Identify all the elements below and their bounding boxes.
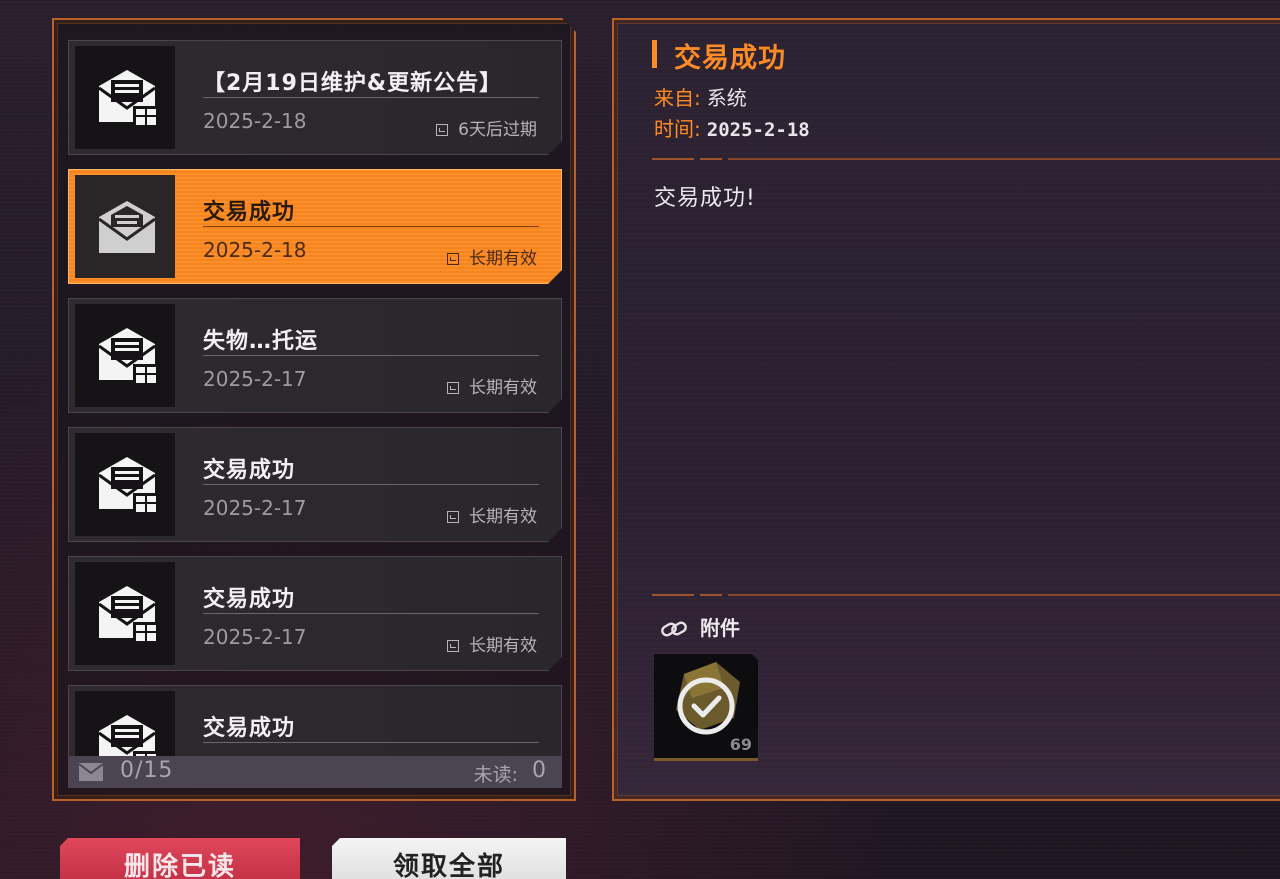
attachment-divider [652, 594, 1280, 596]
mail-item-divider [203, 742, 539, 743]
mail-icon-box [75, 304, 175, 407]
envelope-gift-icon [97, 713, 157, 756]
sender-value: 系统 [706, 86, 747, 110]
mail-time: 时间: 2025-2-18 [654, 113, 810, 142]
mail-item[interactable]: 交易成功 2025-2-17 长期有效 [68, 427, 562, 542]
mail-count: 0/15 [120, 758, 174, 783]
timer-icon [447, 382, 459, 394]
mail-item-expiry-text: 长期有效 [469, 636, 537, 656]
link-icon [661, 621, 687, 637]
mail-item-expiry: 长期有效 [447, 631, 537, 656]
mail-body: 交易成功! [654, 186, 756, 211]
mail-item[interactable]: 交易成功 2025-2-17 长期有效 [68, 556, 562, 671]
mail-item-date: 2025-2-17 [203, 496, 307, 520]
envelope-gift-icon [97, 584, 157, 644]
timer-icon [447, 253, 459, 265]
mail-detail-title: 交易成功 [674, 43, 786, 74]
mail-item-expiry-text: 长期有效 [469, 249, 537, 269]
attachment-item[interactable]: 69 [654, 654, 758, 761]
title-accent-bar [652, 40, 657, 68]
mail-icon-box [75, 433, 175, 536]
mail-icon-box [75, 562, 175, 665]
attachment-count: 69 [729, 735, 752, 754]
claim-all-button[interactable]: 领取全部 [332, 838, 566, 879]
mail-item-divider [203, 613, 539, 614]
mail-item-expiry: 长期有效 [447, 244, 537, 269]
mail-item[interactable]: 失物…托运 2025-2-17 长期有效 [68, 298, 562, 413]
envelope-icon [78, 763, 104, 781]
time-value: 2025-2-18 [706, 119, 810, 141]
sender-label: 来自: [654, 86, 701, 110]
mail-item-expiry: 长期有效 [447, 373, 537, 398]
mail-item-title: 交易成功 [203, 458, 296, 483]
mail-item-date: 2025-2-17 [203, 367, 307, 391]
mail-sender: 来自: 系统 [654, 82, 747, 111]
mail-item-expiry-text: 长期有效 [469, 378, 537, 398]
mail-item-title: 交易成功 [203, 200, 296, 225]
attachments-label: 附件 [700, 616, 740, 640]
mail-icon-box [75, 691, 175, 756]
time-label: 时间: [654, 117, 701, 141]
mail-item-title: 交易成功 [203, 716, 296, 741]
mail-item-title: 失物…托运 [203, 329, 319, 354]
envelope-gift-icon [97, 326, 157, 386]
envelope-gift-icon [97, 455, 157, 515]
mail-status-bar: 0/15 未读: 0 [68, 756, 562, 788]
mail-item[interactable]: 【2月19日维护&更新公告】 2025-2-18 6天后过期 [68, 40, 562, 155]
mail-detail-panel: 交易成功 来自: 系统 时间: 2025-2-18 交易成功! 附件 69 [612, 18, 1280, 801]
envelope-open-icon [97, 197, 157, 257]
header-divider [652, 158, 1280, 160]
mail-icon-box [75, 46, 175, 149]
unread-count: 0 [532, 758, 546, 783]
mail-item-divider [203, 226, 539, 227]
mail-item-title: 【2月19日维护&更新公告】 [203, 71, 503, 96]
mail-item-date: 2025-2-18 [203, 238, 307, 262]
mail-item[interactable]: 交易成功 2025-2-18 长期有效 [68, 169, 562, 284]
timer-icon [447, 640, 459, 652]
timer-icon [436, 124, 448, 136]
mail-item-expiry-text: 6天后过期 [458, 120, 537, 140]
mail-item-date: 2025-2-17 [203, 625, 307, 649]
timer-icon [447, 511, 459, 523]
mail-item-title: 交易成功 [203, 587, 296, 612]
envelope-gift-icon [97, 68, 157, 128]
mail-item-expiry: 长期有效 [447, 502, 537, 527]
delete-read-button[interactable]: 删除已读 [60, 838, 300, 879]
attachments-header: 附件 [660, 612, 740, 641]
mail-item-expiry-text: 长期有效 [469, 507, 537, 527]
mail-icon-box [75, 175, 175, 278]
mail-item[interactable]: 交易成功 [68, 685, 562, 756]
mail-item-date: 2025-2-18 [203, 109, 307, 133]
mail-list[interactable]: 【2月19日维护&更新公告】 2025-2-18 6天后过期交易成功 2025-2-1… [68, 40, 564, 756]
mail-item-divider [203, 97, 539, 98]
mail-item-divider [203, 484, 539, 485]
mail-item-expiry: 6天后过期 [436, 115, 537, 140]
mail-item-divider [203, 355, 539, 356]
unread-label: 未读: [473, 764, 518, 786]
mail-list-panel: 【2月19日维护&更新公告】 2025-2-18 6天后过期交易成功 2025-2-1… [52, 18, 576, 801]
